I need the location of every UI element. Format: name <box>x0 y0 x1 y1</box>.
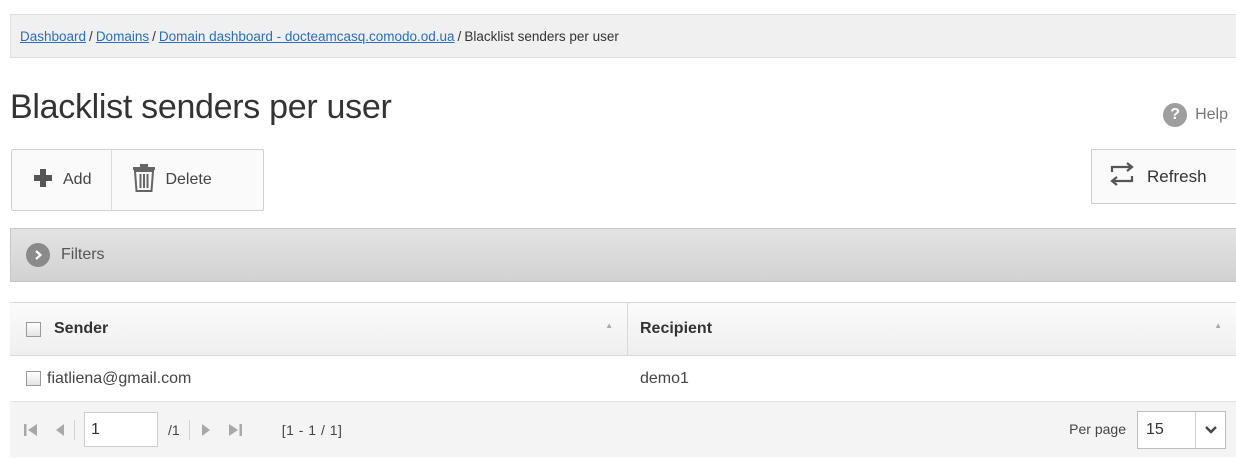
column-header-sender-label: Sender <box>54 320 109 337</box>
refresh-button[interactable]: Refresh <box>1091 149 1236 204</box>
pagination-bar: /1 [1 - 1 / 1] Per page 15 <box>10 402 1236 457</box>
sender-cell: fiatliena@gmail.com <box>10 356 628 401</box>
breadcrumb-domains-link[interactable]: Domains <box>96 29 149 44</box>
per-page-value: 15 <box>1146 421 1164 438</box>
per-page-select[interactable]: 15 <box>1137 411 1226 449</box>
page-number-input[interactable] <box>84 412 158 447</box>
total-pages: /1 <box>168 421 180 438</box>
help-label: Help <box>1195 106 1228 123</box>
record-range: [1 - 1 / 1] <box>281 421 343 438</box>
last-page-icon[interactable] <box>228 423 242 437</box>
sort-arrow-icon: ▲ <box>1214 321 1222 330</box>
table-header: Sender ▲ Recipient ▲ <box>10 302 1236 356</box>
filters-label: Filters <box>61 246 105 263</box>
delete-button-label: Delete <box>165 171 212 188</box>
column-header-recipient[interactable]: Recipient ▲ <box>628 303 1236 355</box>
pager-divider <box>74 419 75 440</box>
action-button-group: Add Delete <box>11 149 264 211</box>
delete-button[interactable]: Delete <box>111 150 231 210</box>
row-checkbox[interactable] <box>26 371 41 386</box>
blacklist-table: Sender ▲ Recipient ▲ fiatliena@gmail.com… <box>10 302 1236 402</box>
chevron-down-icon <box>1195 412 1225 448</box>
breadcrumb-separator: / <box>89 28 93 44</box>
breadcrumb-separator: / <box>152 28 156 44</box>
breadcrumb-current: Blacklist senders per user <box>464 28 619 44</box>
plus-icon <box>32 167 54 194</box>
recipient-value: demo1 <box>640 369 689 387</box>
add-button-label: Add <box>63 171 92 188</box>
breadcrumb-separator: / <box>457 28 462 44</box>
per-page-label: Per page <box>1069 421 1126 437</box>
previous-page-icon[interactable] <box>55 423 65 437</box>
first-page-icon[interactable] <box>24 423 38 437</box>
breadcrumb: Dashboard / Domains / Domain dashboard -… <box>10 14 1236 58</box>
refresh-button-label: Refresh <box>1147 166 1207 186</box>
help-icon: ? <box>1163 103 1188 127</box>
add-button[interactable]: Add <box>12 150 111 210</box>
help-link[interactable]: ? Help <box>1163 103 1228 127</box>
recipient-cell: demo1 <box>628 356 1236 401</box>
select-all-checkbox[interactable] <box>26 321 41 337</box>
sort-arrow-icon: ▲ <box>605 321 613 330</box>
breadcrumb-dashboard-link[interactable]: Dashboard <box>20 29 86 44</box>
breadcrumb-domain-dashboard-link[interactable]: Domain dashboard - docteamcasq.comodo.od… <box>159 29 455 44</box>
next-page-icon[interactable] <box>201 423 211 437</box>
column-header-sender[interactable]: Sender ▲ <box>10 303 628 355</box>
pager-divider <box>188 419 190 440</box>
trash-icon <box>132 163 156 197</box>
table-row[interactable]: fiatliena@gmail.com demo1 <box>10 356 1236 402</box>
column-header-recipient-label: Recipient <box>640 320 713 337</box>
filters-toggle[interactable]: Filters <box>10 228 1236 282</box>
page-title: Blacklist senders per user <box>10 88 392 126</box>
refresh-icon <box>1106 161 1138 192</box>
sender-value: fiatliena@gmail.com <box>47 369 192 387</box>
chevron-right-icon <box>26 243 50 267</box>
